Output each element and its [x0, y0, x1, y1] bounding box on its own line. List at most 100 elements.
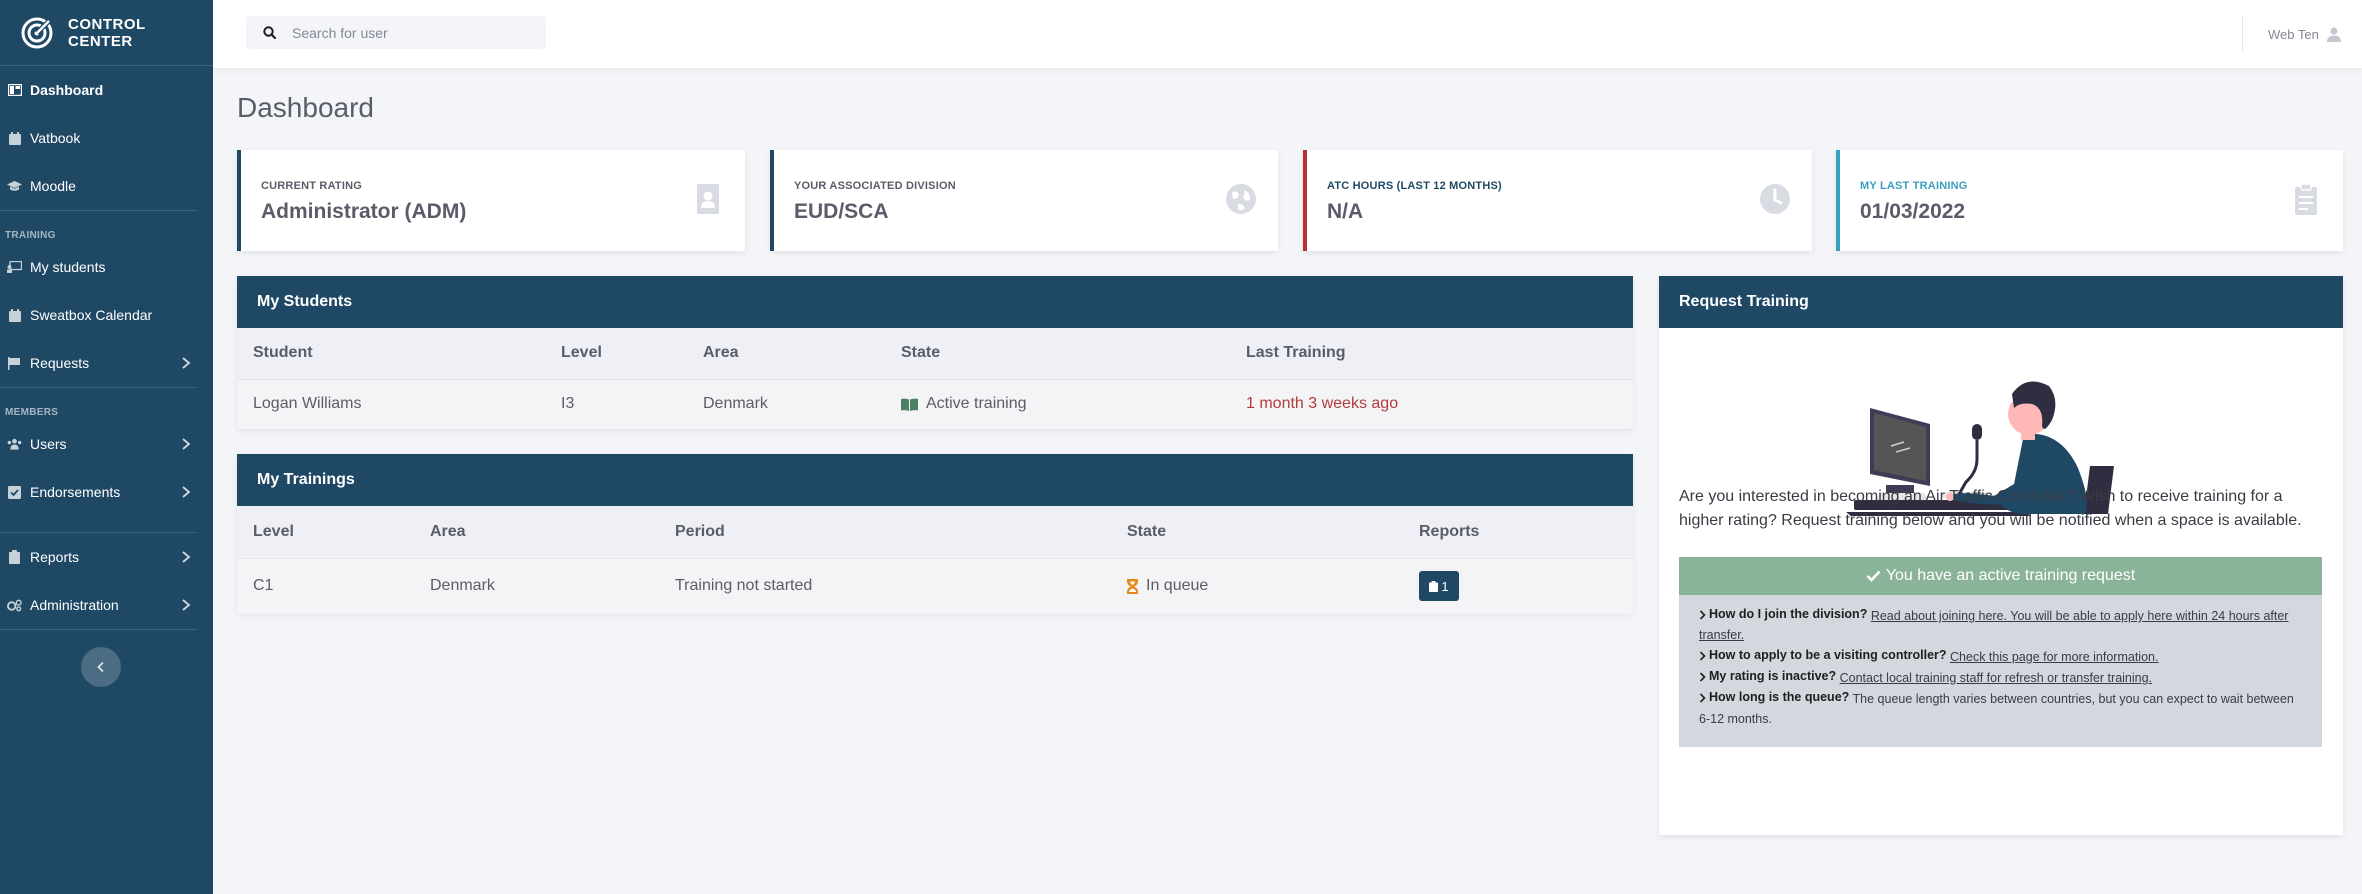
- panel-title: My Trainings: [237, 454, 1633, 506]
- sidebar-item-moodle[interactable]: Moodle: [0, 162, 213, 210]
- calendar-icon: [7, 308, 22, 323]
- stat-label: MY LAST TRAINING: [1860, 180, 1968, 192]
- chevron-right-icon: [182, 438, 191, 450]
- faq-box: How do I join the division? Read about j…: [1679, 595, 2322, 747]
- user-avatar-icon: [2326, 27, 2341, 42]
- calendar-icon: [7, 131, 22, 146]
- id-badge-icon: [697, 184, 719, 214]
- clipboard-icon: [1429, 580, 1439, 592]
- chevron-right-icon: [1699, 610, 1706, 620]
- reports-button[interactable]: 1: [1419, 571, 1459, 601]
- faq-question: How long is the queue?: [1709, 690, 1850, 705]
- user-menu[interactable]: Web Ten: [2268, 0, 2341, 68]
- flag-icon: [7, 356, 22, 371]
- globe-icon: [1226, 184, 1256, 214]
- faq-question: How do I join the division?: [1709, 607, 1868, 621]
- sidebar-item-users[interactable]: Users: [0, 420, 213, 468]
- training-area: Denmark: [414, 558, 659, 614]
- stat-value: 01/03/2022: [1860, 200, 1966, 223]
- faq-link-rating-inactive[interactable]: Contact local training staff for refresh…: [1840, 671, 2152, 685]
- sidebar-heading-training: TRAINING: [5, 230, 56, 241]
- student-last-training: 1 month 3 weeks ago: [1230, 379, 1633, 429]
- panel-title: Request Training: [1659, 276, 2343, 328]
- faq-item: How to apply to be a visiting controller…: [1699, 646, 2302, 667]
- column-header: Level: [545, 328, 687, 380]
- sidebar-item-requests[interactable]: Requests: [0, 339, 213, 387]
- sidebar-item-dashboard[interactable]: Dashboard: [0, 66, 213, 114]
- clipboard-icon: [2295, 183, 2317, 215]
- search-input[interactable]: [292, 24, 532, 41]
- stat-card-last-training: MY LAST TRAINING 01/03/2022: [1836, 150, 2343, 251]
- chalkboard-icon: [7, 260, 22, 275]
- stat-label: YOUR ASSOCIATED DIVISION: [794, 180, 956, 192]
- chevron-right-icon: [182, 551, 191, 563]
- column-header: State: [1111, 506, 1403, 559]
- sidebar-item-vatbook[interactable]: Vatbook: [0, 114, 213, 162]
- chevron-right-icon: [182, 486, 191, 498]
- check-icon: [1866, 570, 1881, 582]
- sidebar-item-label: Administration: [30, 597, 119, 613]
- faq-item: My rating is inactive? Contact local tra…: [1699, 667, 2302, 688]
- brand[interactable]: CONTROL CENTER: [0, 0, 213, 66]
- student-name[interactable]: Logan Williams: [237, 379, 545, 429]
- column-header: Period: [659, 506, 1111, 559]
- brand-text: CONTROL CENTER: [68, 16, 146, 50]
- my-trainings-panel: My Trainings Level Area Period State Rep…: [237, 454, 1633, 614]
- faq-item: How do I join the division? Read about j…: [1699, 605, 2302, 646]
- my-students-panel: My Students Student Level Area State Las…: [237, 276, 1633, 429]
- student-level: I3: [545, 379, 687, 429]
- sidebar-toggle-button[interactable]: [81, 647, 121, 687]
- student-area: Denmark: [687, 379, 885, 429]
- users-icon: [7, 437, 22, 452]
- sidebar-item-sweatbox-calendar[interactable]: Sweatbox Calendar: [0, 291, 213, 339]
- column-header: State: [885, 328, 1230, 380]
- sidebar-item-reports[interactable]: Reports: [0, 533, 213, 581]
- active-request-banner: You have an active training request: [1679, 557, 2322, 595]
- search-icon[interactable]: [246, 26, 292, 39]
- sidebar-item-endorsements[interactable]: Endorsements: [0, 468, 213, 516]
- stat-card-division: YOUR ASSOCIATED DIVISION EUD/SCA: [770, 150, 1278, 251]
- search-box[interactable]: [246, 16, 546, 49]
- sidebar-item-label: My students: [30, 259, 106, 275]
- sidebar-item-administration[interactable]: Administration: [0, 581, 213, 629]
- stat-card-current-rating: CURRENT RATING Administrator (ADM): [237, 150, 745, 251]
- check-square-icon: [7, 485, 22, 500]
- table-row[interactable]: C1 Denmark Training not started In queue…: [237, 558, 1633, 614]
- panel-title: My Students: [237, 276, 1633, 328]
- book-open-icon: [901, 398, 918, 411]
- sidebar-item-label: Vatbook: [30, 130, 81, 146]
- clipboard-icon: [7, 550, 22, 565]
- trainings-table: Level Area Period State Reports C1 Denma…: [237, 506, 1633, 614]
- banner-text: You have an active training request: [1885, 567, 2136, 584]
- chevron-right-icon: [1699, 693, 1706, 703]
- stat-card-atc-hours: ATC HOURS (LAST 12 MONTHS) N/A: [1303, 150, 1812, 251]
- chevron-right-icon: [182, 357, 191, 369]
- faq-question: How to apply to be a visiting controller…: [1709, 647, 1947, 662]
- column-header: Area: [687, 328, 885, 380]
- students-table: Student Level Area State Last Training L…: [237, 328, 1633, 429]
- request-training-panel: Request Training Are you interested in b…: [1659, 276, 2343, 835]
- stat-value: Administrator (ADM): [261, 200, 467, 223]
- cogs-icon: [7, 598, 22, 613]
- brand-line-2: CENTER: [68, 32, 133, 50]
- student-state: Active training: [885, 379, 1230, 429]
- faq-link-visiting-controller[interactable]: Check this page for more information.: [1950, 650, 2158, 664]
- column-header: Area: [414, 506, 659, 559]
- sidebar-item-label: Endorsements: [30, 484, 121, 500]
- table-row[interactable]: Logan Williams I3 Denmark Active trainin…: [237, 379, 1633, 429]
- table-header-row: Level Area Period State Reports: [237, 506, 1633, 559]
- chevron-right-icon: [1699, 650, 1706, 661]
- column-header: Last Training: [1230, 328, 1633, 380]
- sidebar-item-my-students[interactable]: My students: [0, 243, 213, 291]
- sidebar-item-label: Moodle: [30, 178, 76, 194]
- sidebar-item-label: Sweatbox Calendar: [30, 307, 153, 323]
- topbar-divider: [2242, 16, 2243, 52]
- faq-question: My rating is inactive?: [1709, 669, 1837, 683]
- control-center-logo-icon: [21, 17, 53, 48]
- chevron-left-icon: [97, 661, 104, 673]
- dashboard-icon: [7, 83, 22, 98]
- sidebar-divider: [0, 629, 197, 630]
- graduation-cap-icon: [7, 179, 22, 194]
- state-label: Active training: [926, 395, 1027, 412]
- stat-value: EUD/SCA: [794, 200, 889, 223]
